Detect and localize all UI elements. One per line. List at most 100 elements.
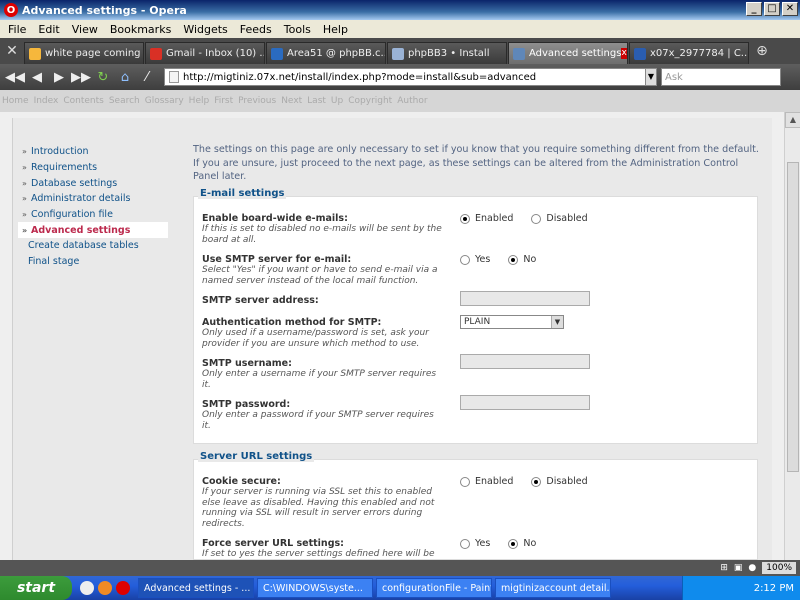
board-email-disabled-radio[interactable] [531,213,542,224]
menu-tools[interactable]: Tools [278,23,317,36]
menu-bar: File Edit View Bookmarks Widgets Feeds T… [0,20,800,38]
smtp-auth-control: PLAIN ▼ [460,315,564,329]
smtp-password-input[interactable] [460,395,590,410]
page-icon [169,71,179,83]
force-server-no-radio[interactable] [508,538,519,549]
link-help[interactable]: Help [189,96,210,106]
vertical-scrollbar[interactable]: ▲ [784,112,800,560]
browser-icon[interactable] [80,581,94,595]
server-url-legend: Server URL settings [198,451,315,462]
quick-launch [80,581,130,595]
tab-white-page[interactable]: white page coming ... [24,42,144,64]
smtp-auth-select[interactable]: PLAIN ▼ [460,315,564,329]
sidebar-item-configuration-file[interactable]: » Configuration file [22,207,172,223]
menu-feeds[interactable]: Feeds [234,23,278,36]
smtp-host-control [460,291,590,306]
link-last[interactable]: Last [307,96,326,106]
cookie-secure-enabled-radio[interactable] [460,476,470,487]
fast-forward-icon[interactable]: ▶▶ [70,67,92,87]
tab-x07x[interactable]: x07x_2977784 | C... [629,42,749,64]
sidebar-item-introduction[interactable]: » Introduction [22,144,172,160]
navigation-link-bar: Home Index Contents Search Glossary Help… [0,90,800,112]
close-button[interactable]: ✕ [782,2,798,16]
tab-advanced-settings[interactable]: Advanced settings x [508,42,628,64]
menu-help[interactable]: Help [317,23,354,36]
sidebar-item-create-database-tables[interactable]: Create database tables [22,238,172,254]
rewind-icon[interactable]: ◀◀ [4,67,26,87]
home-icon[interactable]: ⌂ [114,67,136,87]
email-settings-fieldset: Enable board-wide e-mails: If this is se… [193,196,758,444]
taskbar: start Advanced settings - ... C:\WINDOWS… [0,576,800,600]
smtp-username-control [460,354,590,369]
wand-icon[interactable]: ⁄ [136,67,158,87]
tab-gmail[interactable]: Gmail - Inbox (10) ... [145,42,265,64]
board-email-control: Enabled Disabled [460,213,588,224]
smtp-password-control [460,395,590,410]
link-up[interactable]: Up [331,96,343,106]
link-next[interactable]: Next [281,96,302,106]
minimize-button[interactable]: _ [746,2,762,16]
task-command-prompt[interactable]: C:\WINDOWS\syste... [257,578,373,598]
sidebar-item-advanced-settings[interactable]: » Advanced settings [18,222,168,239]
board-email-enabled-radio[interactable] [460,213,470,224]
menu-file[interactable]: File [2,23,32,36]
back-icon[interactable]: ◀ [26,67,48,87]
link-first[interactable]: First [214,96,233,106]
smtp-no-radio[interactable] [508,254,519,265]
tab-phpbb3-install[interactable]: phpBB3 • Install [387,42,507,64]
cookie-secure-explain: If your server is running via SSL set th… [202,487,435,529]
scroll-up-icon[interactable]: ▲ [785,112,800,128]
sidebar-item-final-stage[interactable]: Final stage [22,254,172,270]
cookie-secure-control: Enabled Disabled [460,476,588,487]
opera-logo-icon: O [4,3,18,17]
force-server-yes-radio[interactable] [460,538,470,549]
scroll-thumb[interactable] [787,162,799,472]
board-email-explain: If this is set to disabled no e-mails wi… [202,224,442,245]
task-paint[interactable]: configurationFile - Paint [376,578,492,598]
stop-icon[interactable]: ● [748,563,756,573]
opera-icon[interactable] [116,581,130,595]
sidebar-item-administrator-details[interactable]: » Administrator details [22,191,172,207]
tools-icon[interactable]: ✕ [0,38,24,64]
new-tab-icon[interactable]: ⊕ [750,38,774,64]
link-contents[interactable]: Contents [63,96,103,106]
task-advanced-settings[interactable]: Advanced settings - ... [138,578,254,598]
menu-widgets[interactable]: Widgets [177,23,233,36]
task-account-details[interactable]: migtinizaccount detail... [495,578,611,598]
address-field[interactable]: http://migtiniz.07x.net/install/index.ph… [164,68,646,86]
reload-icon[interactable]: ↻ [92,67,114,87]
force-server-control: Yes No [460,538,536,549]
sidebar-item-requirements[interactable]: » Requirements [22,160,172,176]
search-input[interactable]: Ask [661,68,781,86]
link-index[interactable]: Index [34,96,59,106]
start-button[interactable]: start [0,576,72,600]
menu-bookmarks[interactable]: Bookmarks [104,23,177,36]
menu-edit[interactable]: Edit [32,23,65,36]
sidebar-item-database-settings[interactable]: » Database settings [22,175,172,191]
camera-icon[interactable]: ▣ [734,563,743,573]
firefox-icon[interactable] [98,581,112,595]
smtp-auth-row: Authentication method for SMTP: Only use… [202,315,752,349]
smtp-username-input[interactable] [460,354,590,369]
board-email-row: Enable board-wide e-mails: If this is se… [202,213,752,245]
tab-close-icon[interactable]: x [621,48,627,59]
link-previous[interactable]: Previous [238,96,276,106]
forward-icon[interactable]: ▶ [48,67,70,87]
arrow-bullet-icon: » [22,147,27,157]
cookie-secure-disabled-radio[interactable] [531,476,542,487]
maximize-button[interactable]: □ [764,2,780,16]
menu-view[interactable]: View [66,23,104,36]
link-author[interactable]: Author [397,96,427,106]
smtp-yes-radio[interactable] [460,254,470,265]
link-copyright[interactable]: Copyright [348,96,392,106]
fit-icon[interactable]: ⊞ [720,563,728,573]
tab-area51[interactable]: Area51 @ phpBB.c... [266,42,386,64]
gmail-icon [150,47,162,60]
clock[interactable]: 2:12 PM [754,583,794,594]
link-glossary[interactable]: Glossary [145,96,184,106]
link-search[interactable]: Search [109,96,140,106]
zoom-level[interactable]: 100% [762,562,796,574]
smtp-host-input[interactable] [460,291,590,306]
address-dropdown-icon[interactable]: ▼ [645,68,657,86]
link-home[interactable]: Home [2,96,29,106]
